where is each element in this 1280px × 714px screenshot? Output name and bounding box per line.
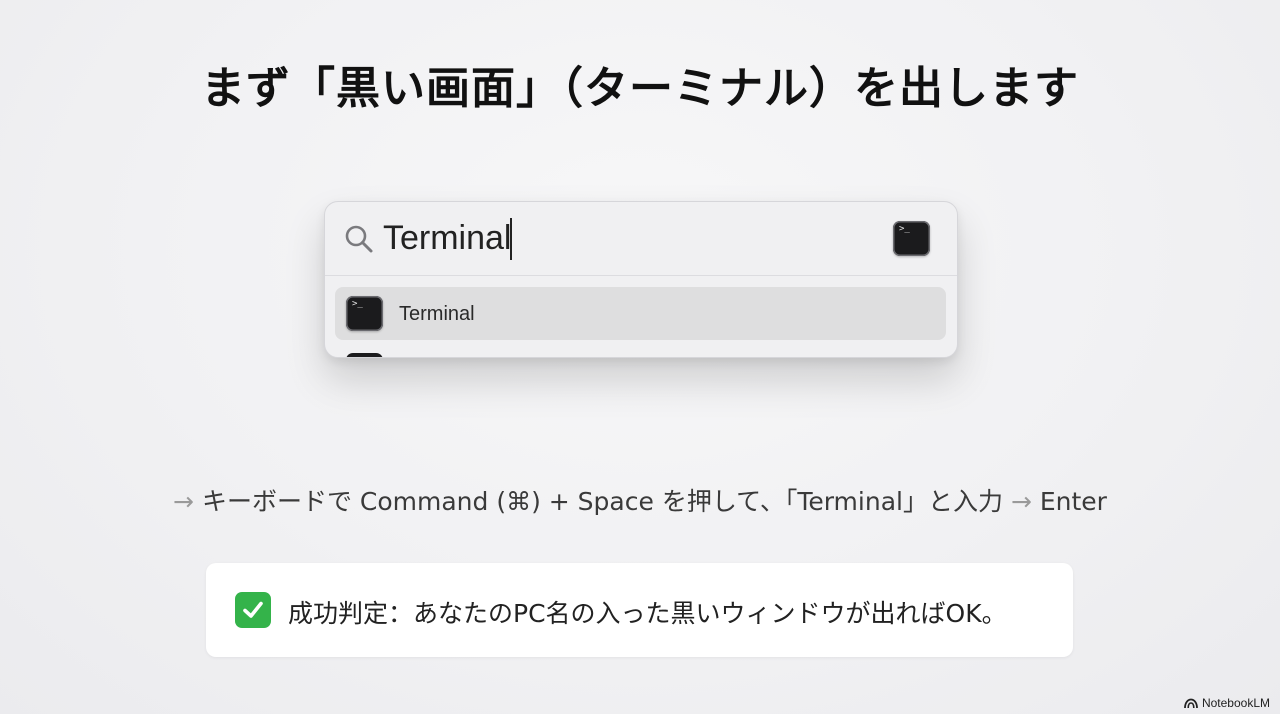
check-mark-button-icon: [235, 592, 271, 628]
instruction-text: キーボードで Command (⌘) + Space を押して、「Termina…: [201, 487, 1003, 516]
terminal-prompt-glyph: >_: [899, 224, 910, 234]
result-label: Terminal: [399, 303, 475, 325]
text-cursor: [510, 218, 512, 260]
spotlight-search-input[interactable]: [383, 216, 863, 260]
terminal-prompt-glyph: >_: [352, 299, 363, 309]
watermark-label: NotebookLM: [1201, 696, 1270, 710]
notebooklm-watermark: NotebookLM: [1184, 696, 1270, 710]
terminal-app-icon[interactable]: >_: [893, 221, 930, 256]
spotlight-search-panel: >_ >_ Terminal: [324, 201, 958, 358]
slide-title: まず「黒い画面」（ターミナル）を出します: [201, 63, 1079, 114]
success-criteria-box: 成功判定：あなたのPC名の入った黒いウィンドウが出ればOK。: [206, 563, 1073, 657]
next-result-icon-peek: [346, 353, 383, 357]
magnifying-glass-icon: [345, 225, 373, 253]
instruction-enter: Enter: [1039, 487, 1107, 516]
success-criteria-text: 成功判定：あなたのPC名の入った黒いウィンドウが出ればOK。: [288, 599, 1007, 628]
spotlight-search-row: >_: [325, 202, 957, 276]
spotlight-result-terminal[interactable]: >_ Terminal: [335, 287, 946, 340]
arrow-icon: →: [173, 487, 194, 516]
instruction-line: → キーボードで Command (⌘) + Space を押して、「Termi…: [0, 482, 1280, 518]
terminal-app-icon: >_: [346, 296, 383, 331]
arrow-icon: →: [1010, 487, 1032, 516]
notebooklm-logo-icon: [1184, 698, 1198, 708]
